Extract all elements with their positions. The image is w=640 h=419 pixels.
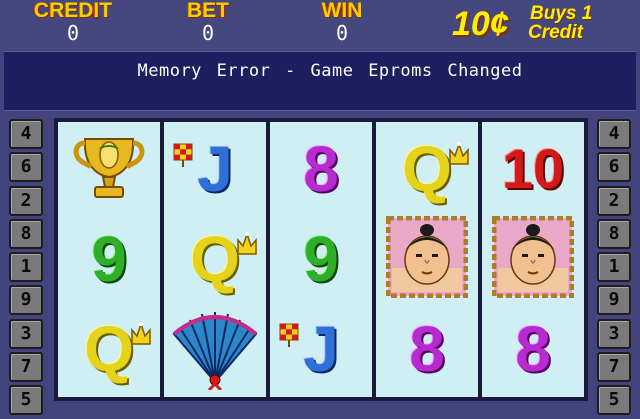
reel-5-symbol-2 — [482, 214, 584, 304]
checkered-flag-icon — [278, 322, 300, 353]
reel-1-symbol-2: 9 — [58, 214, 160, 304]
reel-4-symbol-2 — [376, 214, 478, 304]
denomination-line1: Buys 1 — [530, 3, 593, 24]
credit-meter: CREDIT 0 — [28, 0, 118, 44]
reel-5-symbol-3: 8 — [482, 304, 584, 394]
card-symbol-9: 9 — [303, 223, 339, 295]
card-symbol-9: 9 — [91, 223, 127, 295]
payline-button-left-3[interactable]: 3 — [9, 318, 43, 349]
reel-window: 8 9 J — [270, 122, 372, 397]
payline-button-left-5[interactable]: 5 — [9, 385, 43, 416]
sumo-wrestler-icon — [491, 215, 575, 303]
reel-window: 9Q — [58, 122, 160, 397]
payline-button-right-3[interactable]: 3 — [597, 318, 631, 349]
sumo-wrestler-icon — [385, 215, 469, 303]
crown-icon — [448, 140, 470, 171]
card-symbol-8: 8 — [409, 313, 445, 385]
crown-icon — [236, 230, 258, 261]
bet-label: BET — [187, 0, 229, 22]
card-symbol-8: 8 — [303, 133, 339, 205]
payline-button-left-2[interactable]: 2 — [9, 185, 43, 216]
payline-button-right-7[interactable]: 7 — [597, 352, 631, 383]
payline-indicators-left: 462819375 — [9, 119, 45, 419]
checkered-flag-icon — [172, 142, 194, 173]
reel-3-symbol-3: J — [270, 304, 372, 394]
reel-5: 10 8 — [478, 118, 588, 401]
payline-indicators-right: 462819375 — [597, 119, 633, 419]
payline-button-right-8[interactable]: 8 — [597, 218, 631, 249]
denomination-amount: 10¢ — [452, 5, 509, 43]
card-symbol-J: J — [303, 313, 339, 385]
card-symbol-8: 8 — [515, 313, 551, 385]
reel-3-symbol-1: 8 — [270, 124, 372, 214]
gold-trophy-icon — [67, 125, 151, 214]
reel-2-symbol-3 — [164, 304, 266, 394]
payline-button-right-5[interactable]: 5 — [597, 385, 631, 416]
card-symbol-J: J — [197, 133, 233, 205]
card-symbol-Q: Q — [84, 313, 134, 385]
win-value: 0 — [335, 21, 349, 45]
credit-value: 0 — [66, 21, 80, 45]
reel-1-symbol-1 — [58, 124, 160, 214]
payline-button-left-1[interactable]: 1 — [9, 252, 43, 283]
denomination-line2: Credit — [528, 22, 583, 43]
payline-button-right-9[interactable]: 9 — [597, 285, 631, 316]
bet-meter: BET 0 — [163, 0, 253, 44]
reel-5-symbol-1: 10 — [482, 124, 584, 214]
reel-3: 8 9 J — [266, 118, 376, 401]
top-bar: CREDIT 0 BET 0 WIN 0 10¢ Buys 1 Credit — [0, 0, 640, 50]
payline-button-right-6[interactable]: 6 — [597, 152, 631, 183]
win-meter: WIN 0 — [297, 0, 387, 44]
crown-icon — [130, 320, 152, 351]
reel-3-symbol-2: 9 — [270, 214, 372, 304]
fan-icon — [170, 304, 260, 395]
reel-2-symbol-2: Q — [164, 214, 266, 304]
reel-1-symbol-3: Q — [58, 304, 160, 394]
payline-button-left-7[interactable]: 7 — [9, 352, 43, 383]
denomination-info: 10¢ Buys 1 Credit — [452, 2, 632, 46]
payline-button-right-2[interactable]: 2 — [597, 185, 631, 216]
payline-button-left-9[interactable]: 9 — [9, 285, 43, 316]
reel-window: Q8 — [376, 122, 478, 397]
card-symbol-Q: Q — [190, 223, 240, 295]
error-message: Memory Error - Game Eproms Changed — [137, 61, 523, 81]
reel-4-symbol-3: 8 — [376, 304, 478, 394]
reel-4: Q8 — [372, 118, 482, 401]
reel-2-symbol-1: J — [164, 124, 266, 214]
payline-button-right-1[interactable]: 1 — [597, 252, 631, 283]
payline-button-left-4[interactable]: 4 — [9, 119, 43, 149]
reel-window: 10 8 — [482, 122, 584, 397]
payline-button-left-8[interactable]: 8 — [9, 218, 43, 249]
card-symbol-10: 10 — [501, 137, 565, 200]
reel-4-symbol-1: Q — [376, 124, 478, 214]
win-label: WIN — [321, 0, 363, 22]
bet-value: 0 — [201, 21, 215, 45]
reel-window: JQ — [164, 122, 266, 397]
reel-1: 9Q — [54, 118, 164, 401]
message-panel: Memory Error - Game Eproms Changed — [4, 51, 636, 111]
payline-button-right-4[interactable]: 4 — [597, 119, 631, 149]
credit-label: CREDIT — [33, 0, 113, 22]
payline-button-left-6[interactable]: 6 — [9, 152, 43, 183]
reel-2: JQ — [160, 118, 270, 401]
card-symbol-Q: Q — [402, 133, 452, 205]
